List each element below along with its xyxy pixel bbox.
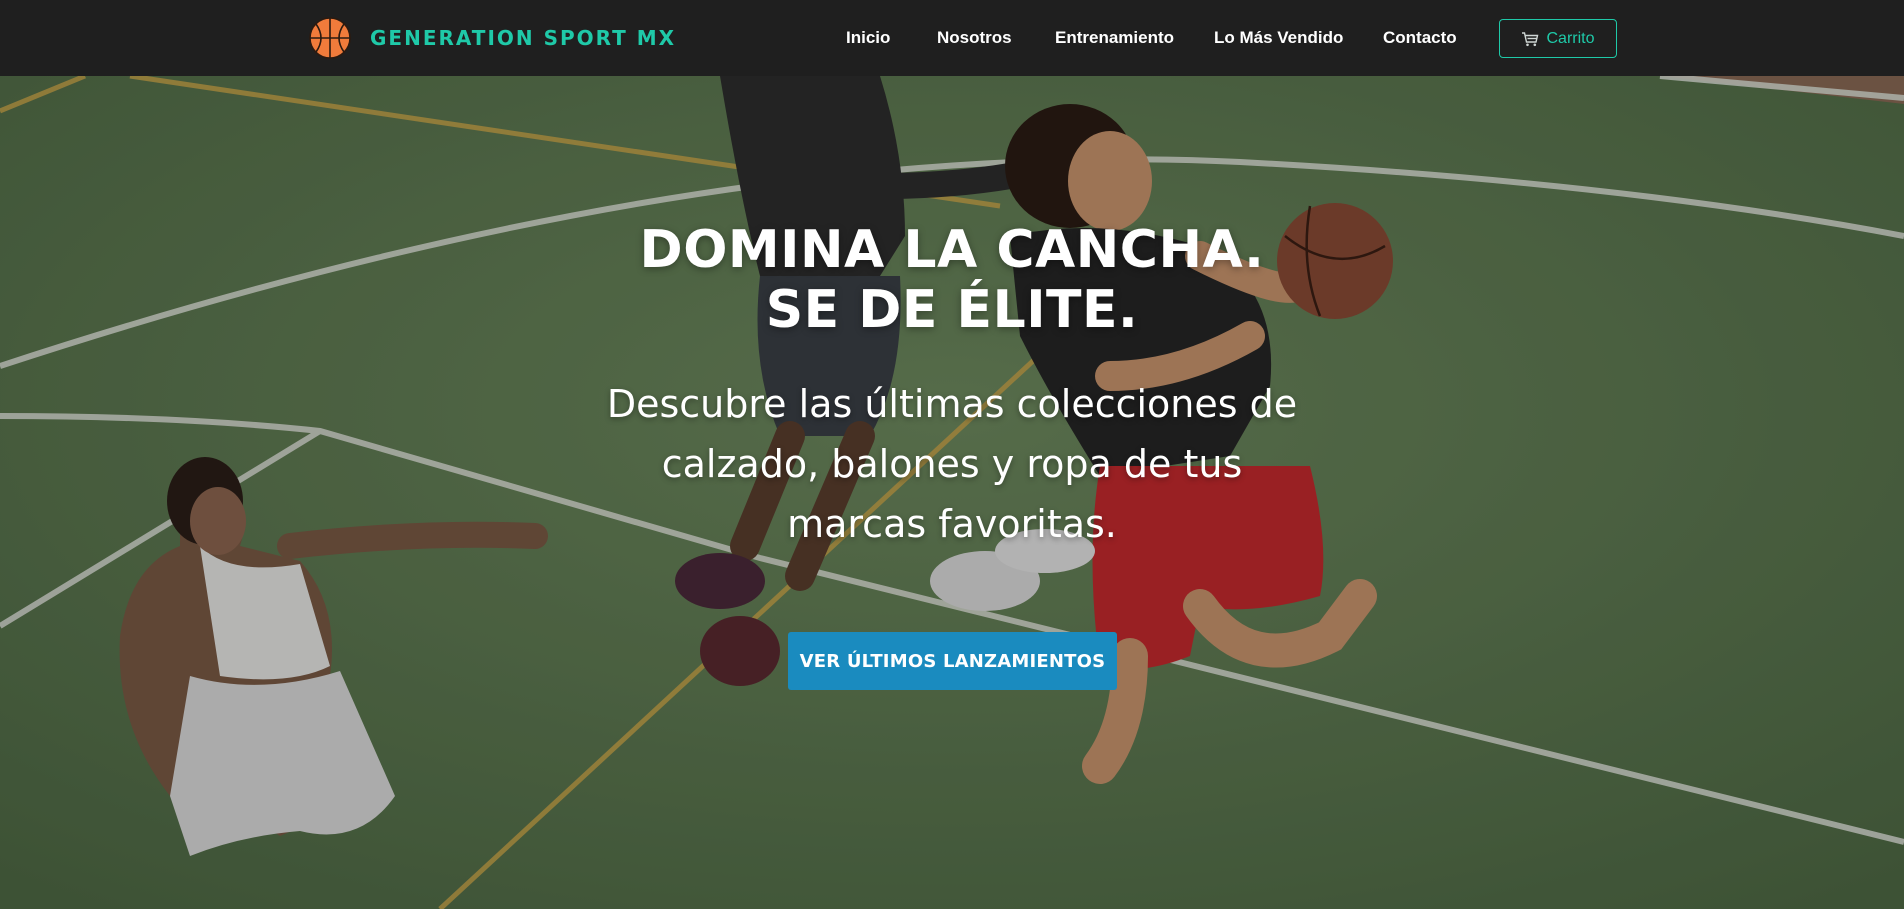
- shopping-cart-icon: [1522, 31, 1539, 46]
- main-nav: Inicio Nosotros Entrenamiento Lo Más Ven…: [0, 0, 1904, 76]
- cart-button[interactable]: Carrito: [1499, 19, 1617, 58]
- nav-item-entrenamiento[interactable]: Entrenamiento: [1055, 28, 1174, 48]
- hero-title-line2: SE DE ÉLITE.: [765, 280, 1139, 340]
- cart-label: Carrito: [1546, 29, 1595, 47]
- nav-item-nosotros[interactable]: Nosotros: [937, 28, 1012, 48]
- hero-title-line1: DOMINA LA CANCHA.: [639, 220, 1265, 280]
- hero-subtitle: Descubre las últimas colecciones de calz…: [606, 382, 1298, 546]
- hero-content: DOMINA LA CANCHA. SE DE ÉLITE. Descubre …: [0, 76, 1904, 909]
- top-navbar: GENERATION SPORT MX Inicio Nosotros Entr…: [0, 0, 1904, 76]
- nav-item-lo-mas-vendido[interactable]: Lo Más Vendido: [1214, 28, 1343, 48]
- latest-releases-button[interactable]: VER ÚLTIMOS LANZAMIENTOS: [788, 632, 1117, 690]
- nav-item-contacto[interactable]: Contacto: [1383, 28, 1457, 48]
- hero-section: DOMINA LA CANCHA. SE DE ÉLITE. Descubre …: [0, 76, 1904, 909]
- nav-item-inicio[interactable]: Inicio: [846, 28, 890, 48]
